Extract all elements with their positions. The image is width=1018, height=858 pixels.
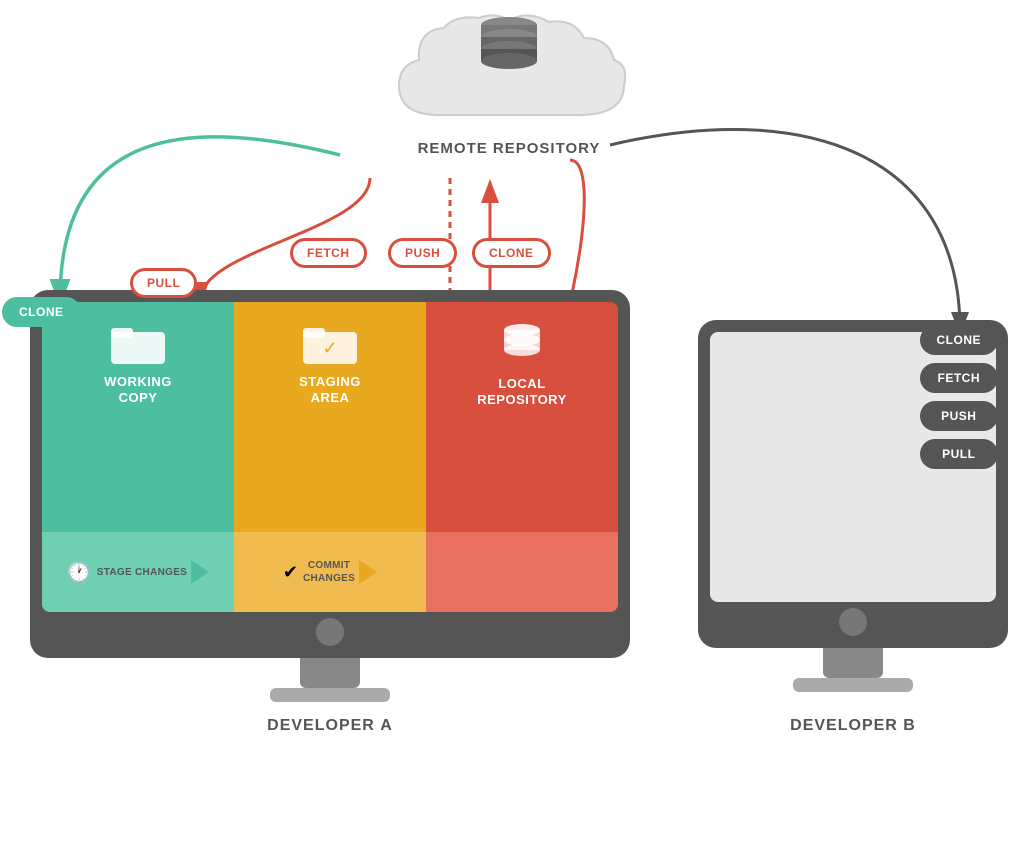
dev-b-fetch-badge: FETCH xyxy=(920,363,999,393)
cloud-shape xyxy=(379,10,639,130)
monitor-b-button xyxy=(839,608,867,636)
developer-b-label: DEVELOPER B xyxy=(790,717,916,735)
clone-green-label: CLONE xyxy=(2,297,81,327)
clone-red-badge: CLONE xyxy=(472,238,551,268)
monitor-a: WORKING COPY 🕐 STAGE CHANGES xyxy=(30,290,630,690)
commit-changes-label: COMMIT CHANGES xyxy=(303,559,355,585)
pull-label: PULL xyxy=(130,268,197,298)
diagram-container: REMOTE REPOSITORY WORKING COPY xyxy=(0,0,1018,858)
stage-changes-area: 🕐 STAGE CHANGES xyxy=(42,532,234,612)
fetch-badge: FETCH xyxy=(290,238,367,268)
dev-b-pull-badge: PULL xyxy=(920,439,999,469)
pull-badge: PULL xyxy=(130,268,197,298)
working-copy-section: WORKING COPY 🕐 STAGE CHANGES xyxy=(42,302,234,612)
developer-a-label: DEVELOPER A xyxy=(267,717,393,735)
push-label: PUSH xyxy=(388,238,457,268)
commit-arrow xyxy=(359,560,377,584)
stage-changes-label: STAGE CHANGES xyxy=(97,566,187,579)
remote-repository-label: REMOTE REPOSITORY xyxy=(418,140,601,157)
local-repo-db-icon xyxy=(499,322,545,368)
monitor-a-stand xyxy=(300,658,360,688)
dev-b-push-badge: PUSH xyxy=(920,401,999,431)
monitor-a-button xyxy=(316,618,344,646)
folder-icon-yellow: ✓ xyxy=(303,322,357,366)
monitor-a-body: WORKING COPY 🕐 STAGE CHANGES xyxy=(30,290,630,658)
remote-repository-area: REMOTE REPOSITORY xyxy=(379,10,639,157)
commit-changes-area: ✔ COMMIT CHANGES xyxy=(234,532,426,612)
remote-db-icon xyxy=(474,15,544,75)
stage-arrow xyxy=(191,560,209,584)
staging-area-section: ✓ STAGING AREA ✔ COMMIT CHANGES xyxy=(234,302,426,612)
monitor-b-base xyxy=(793,678,913,692)
push-badge: PUSH xyxy=(388,238,457,268)
svg-text:✓: ✓ xyxy=(322,338,337,358)
staging-area-label: STAGING AREA xyxy=(299,374,361,405)
clone-green-badge: CLONE xyxy=(2,297,81,327)
stage-changes-content: 🕐 STAGE CHANGES xyxy=(67,560,187,585)
working-copy-label: WORKING COPY xyxy=(104,374,172,405)
monitor-a-base xyxy=(270,688,390,702)
clone-red-label: CLONE xyxy=(472,238,551,268)
fetch-label: FETCH xyxy=(290,238,367,268)
folder-icon-white xyxy=(111,322,165,366)
monitor-b-stand xyxy=(823,648,883,678)
local-repository-section: LOCAL REPOSITORY xyxy=(426,302,618,612)
local-repository-label: LOCAL REPOSITORY xyxy=(477,376,567,407)
local-repo-bottom xyxy=(426,532,618,612)
developer-b-badges: CLONE FETCH PUSH PULL xyxy=(920,325,999,469)
commit-changes-content: ✔ COMMIT CHANGES xyxy=(283,559,355,585)
dev-b-clone-badge: CLONE xyxy=(920,325,999,355)
monitor-a-screen: WORKING COPY 🕐 STAGE CHANGES xyxy=(42,302,618,612)
